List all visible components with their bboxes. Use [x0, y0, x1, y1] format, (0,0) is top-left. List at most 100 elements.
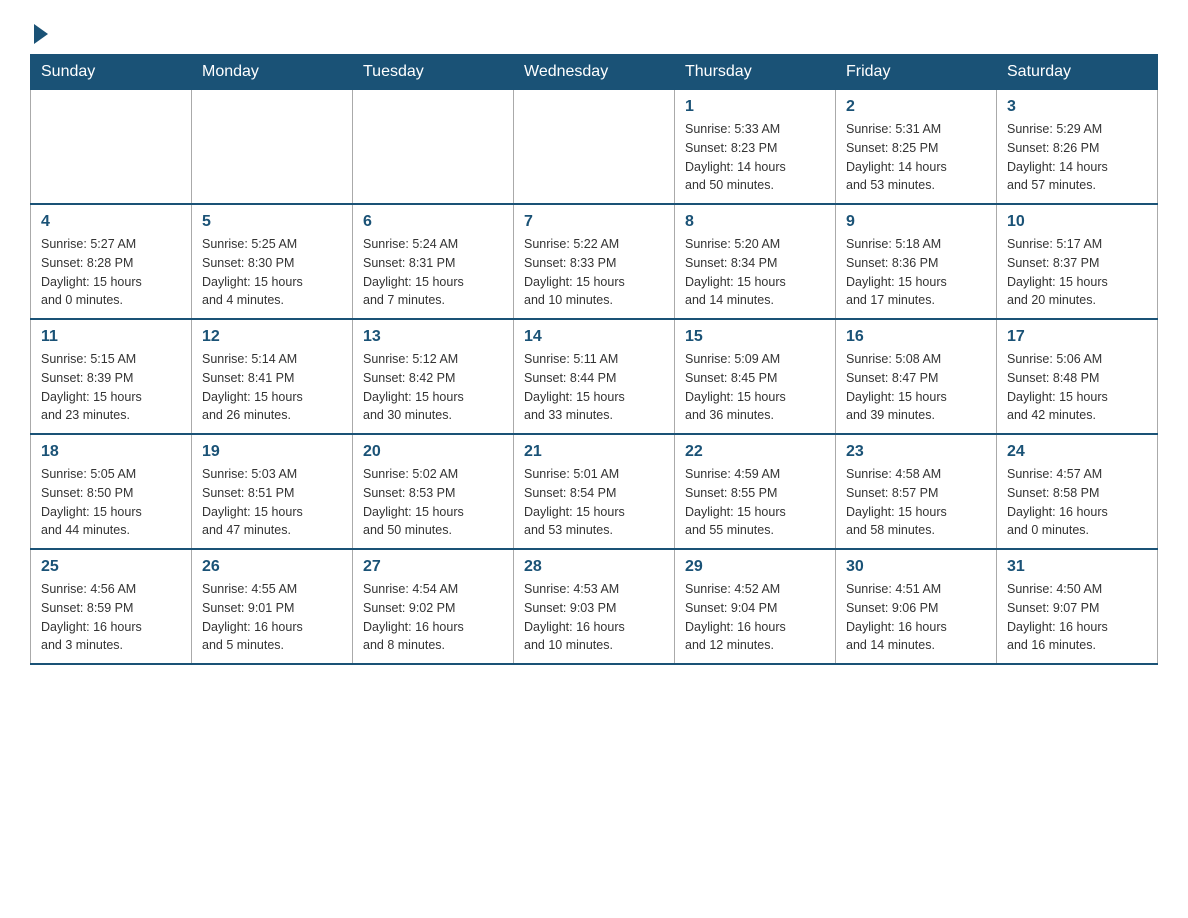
day-of-week-header: Friday [836, 55, 997, 90]
calendar-cell: 15Sunrise: 5:09 AMSunset: 8:45 PMDayligh… [675, 319, 836, 434]
day-number: 9 [846, 213, 986, 231]
calendar-cell: 20 Sunrise: 5:02 AMSunset: 8:53 PMDayligh… [353, 434, 514, 549]
day-number: 22 [685, 443, 825, 461]
calendar-cell: 22 Sunrise: 4:59 AMSunset: 8:55 PMDayligh… [675, 434, 836, 549]
day-of-week-header: Saturday [997, 55, 1158, 90]
day-number: 13 [363, 328, 503, 346]
day-of-week-header: Tuesday [353, 55, 514, 90]
day-info: Sunrise: 5:18 AMSunset: 8:36 PMDaylight:… [846, 235, 986, 310]
calendar-cell: 25Sunrise: 4:56 AMSunset: 8:59 PMDayligh… [31, 549, 192, 664]
day-info: Sunrise: 5:17 AMSunset: 8:37 PMDaylight:… [1007, 235, 1147, 310]
calendar-week-row: 4 Sunrise: 5:27 AMSunset: 8:28 PMDaylight… [31, 204, 1158, 319]
day-info: Sunrise: 4:54 AMSunset: 9:02 PMDaylight:… [363, 580, 503, 655]
day-number: 30 [846, 558, 986, 576]
calendar-cell [31, 90, 192, 205]
day-info: Sunrise: 5:02 AMSunset: 8:53 PMDaylight:… [363, 465, 503, 540]
day-number: 3 [1007, 98, 1147, 116]
day-info: Sunrise: 5:03 AMSunset: 8:51 PMDaylight:… [202, 465, 342, 540]
day-info: Sunrise: 5:11 AMSunset: 8:44 PMDaylight:… [524, 350, 664, 425]
day-number: 31 [1007, 558, 1147, 576]
day-info: Sunrise: 5:25 AMSunset: 8:30 PMDaylight:… [202, 235, 342, 310]
calendar-cell: 7 Sunrise: 5:22 AMSunset: 8:33 PMDaylight… [514, 204, 675, 319]
day-number: 23 [846, 443, 986, 461]
day-number: 11 [41, 328, 181, 346]
calendar-cell: 13 Sunrise: 5:12 AMSunset: 8:42 PMDayligh… [353, 319, 514, 434]
day-info: Sunrise: 5:01 AMSunset: 8:54 PMDaylight:… [524, 465, 664, 540]
day-number: 4 [41, 213, 181, 231]
calendar-cell: 31 Sunrise: 4:50 AMSunset: 9:07 PMDayligh… [997, 549, 1158, 664]
calendar-header-row: SundayMondayTuesdayWednesdayThursdayFrid… [31, 55, 1158, 90]
day-info: Sunrise: 5:06 AMSunset: 8:48 PMDaylight:… [1007, 350, 1147, 425]
calendar-cell: 24 Sunrise: 4:57 AMSunset: 8:58 PMDayligh… [997, 434, 1158, 549]
page-header [30, 20, 1158, 44]
calendar-body: 1 Sunrise: 5:33 AMSunset: 8:23 PMDaylight… [31, 90, 1158, 665]
day-info: Sunrise: 4:58 AMSunset: 8:57 PMDaylight:… [846, 465, 986, 540]
calendar-cell: 3 Sunrise: 5:29 AMSunset: 8:26 PMDaylight… [997, 90, 1158, 205]
day-number: 14 [524, 328, 664, 346]
calendar-cell: 27Sunrise: 4:54 AMSunset: 9:02 PMDayligh… [353, 549, 514, 664]
calendar-week-row: 18 Sunrise: 5:05 AMSunset: 8:50 PMDayligh… [31, 434, 1158, 549]
day-info: Sunrise: 5:20 AMSunset: 8:34 PMDaylight:… [685, 235, 825, 310]
day-info: Sunrise: 5:09 AMSunset: 8:45 PMDaylight:… [685, 350, 825, 425]
day-info: Sunrise: 4:57 AMSunset: 8:58 PMDaylight:… [1007, 465, 1147, 540]
day-number: 28 [524, 558, 664, 576]
day-info: Sunrise: 5:24 AMSunset: 8:31 PMDaylight:… [363, 235, 503, 310]
calendar-cell: 29 Sunrise: 4:52 AMSunset: 9:04 PMDayligh… [675, 549, 836, 664]
calendar-cell: 23 Sunrise: 4:58 AMSunset: 8:57 PMDayligh… [836, 434, 997, 549]
logo [30, 20, 48, 44]
day-info: Sunrise: 5:15 AMSunset: 8:39 PMDaylight:… [41, 350, 181, 425]
calendar-cell: 14 Sunrise: 5:11 AMSunset: 8:44 PMDayligh… [514, 319, 675, 434]
calendar-cell: 16 Sunrise: 5:08 AMSunset: 8:47 PMDayligh… [836, 319, 997, 434]
day-info: Sunrise: 5:33 AMSunset: 8:23 PMDaylight:… [685, 120, 825, 195]
calendar-cell: 18 Sunrise: 5:05 AMSunset: 8:50 PMDayligh… [31, 434, 192, 549]
day-number: 16 [846, 328, 986, 346]
day-info: Sunrise: 4:51 AMSunset: 9:06 PMDaylight:… [846, 580, 986, 655]
day-of-week-header: Wednesday [514, 55, 675, 90]
calendar-cell: 21 Sunrise: 5:01 AMSunset: 8:54 PMDayligh… [514, 434, 675, 549]
day-number: 20 [363, 443, 503, 461]
day-number: 10 [1007, 213, 1147, 231]
day-number: 12 [202, 328, 342, 346]
calendar-cell: 17 Sunrise: 5:06 AMSunset: 8:48 PMDayligh… [997, 319, 1158, 434]
calendar-cell [353, 90, 514, 205]
calendar-week-row: 1 Sunrise: 5:33 AMSunset: 8:23 PMDaylight… [31, 90, 1158, 205]
calendar-cell [192, 90, 353, 205]
day-info: Sunrise: 5:14 AMSunset: 8:41 PMDaylight:… [202, 350, 342, 425]
logo-arrow-icon [34, 24, 48, 44]
calendar-week-row: 25Sunrise: 4:56 AMSunset: 8:59 PMDayligh… [31, 549, 1158, 664]
calendar-cell: 8 Sunrise: 5:20 AMSunset: 8:34 PMDaylight… [675, 204, 836, 319]
day-info: Sunrise: 4:50 AMSunset: 9:07 PMDaylight:… [1007, 580, 1147, 655]
day-number: 29 [685, 558, 825, 576]
calendar-header: SundayMondayTuesdayWednesdayThursdayFrid… [31, 55, 1158, 90]
day-number: 17 [1007, 328, 1147, 346]
day-number: 18 [41, 443, 181, 461]
day-info: Sunrise: 4:53 AMSunset: 9:03 PMDaylight:… [524, 580, 664, 655]
calendar-table: SundayMondayTuesdayWednesdayThursdayFrid… [30, 54, 1158, 665]
calendar-cell: 19Sunrise: 5:03 AMSunset: 8:51 PMDayligh… [192, 434, 353, 549]
day-info: Sunrise: 5:08 AMSunset: 8:47 PMDaylight:… [846, 350, 986, 425]
day-number: 24 [1007, 443, 1147, 461]
day-info: Sunrise: 4:55 AMSunset: 9:01 PMDaylight:… [202, 580, 342, 655]
day-info: Sunrise: 5:22 AMSunset: 8:33 PMDaylight:… [524, 235, 664, 310]
day-of-week-header: Thursday [675, 55, 836, 90]
day-info: Sunrise: 5:29 AMSunset: 8:26 PMDaylight:… [1007, 120, 1147, 195]
calendar-week-row: 11 Sunrise: 5:15 AMSunset: 8:39 PMDayligh… [31, 319, 1158, 434]
day-info: Sunrise: 5:27 AMSunset: 8:28 PMDaylight:… [41, 235, 181, 310]
day-info: Sunrise: 5:05 AMSunset: 8:50 PMDaylight:… [41, 465, 181, 540]
day-of-week-header: Monday [192, 55, 353, 90]
day-number: 7 [524, 213, 664, 231]
day-info: Sunrise: 5:12 AMSunset: 8:42 PMDaylight:… [363, 350, 503, 425]
calendar-cell [514, 90, 675, 205]
calendar-cell: 26Sunrise: 4:55 AMSunset: 9:01 PMDayligh… [192, 549, 353, 664]
calendar-cell: 12 Sunrise: 5:14 AMSunset: 8:41 PMDayligh… [192, 319, 353, 434]
day-of-week-header: Sunday [31, 55, 192, 90]
day-info: Sunrise: 4:52 AMSunset: 9:04 PMDaylight:… [685, 580, 825, 655]
day-info: Sunrise: 4:59 AMSunset: 8:55 PMDaylight:… [685, 465, 825, 540]
day-number: 25 [41, 558, 181, 576]
day-number: 6 [363, 213, 503, 231]
day-number: 21 [524, 443, 664, 461]
day-number: 8 [685, 213, 825, 231]
day-number: 2 [846, 98, 986, 116]
calendar-cell: 11 Sunrise: 5:15 AMSunset: 8:39 PMDayligh… [31, 319, 192, 434]
day-number: 1 [685, 98, 825, 116]
